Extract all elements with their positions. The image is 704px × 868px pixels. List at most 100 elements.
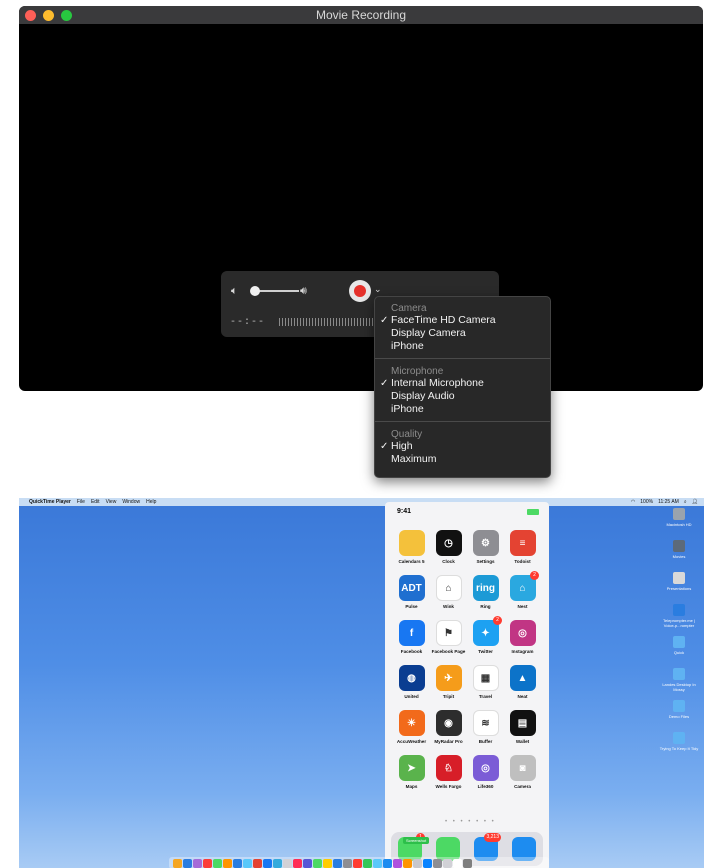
dock-app-icon[interactable] — [443, 858, 452, 868]
dock-app-icon[interactable] — [223, 858, 232, 868]
dock-app-icon[interactable] — [433, 858, 442, 868]
menu-item-camera-iphone[interactable]: iPhone — [375, 340, 550, 353]
app-icon: ≡ — [509, 530, 536, 556]
volume-slider-knob[interactable] — [250, 286, 260, 296]
desktop-icon[interactable]: Quick — [658, 636, 700, 666]
dock-app-icon[interactable] — [393, 858, 402, 868]
menu-help[interactable]: Help — [146, 499, 156, 505]
search-icon[interactable]: ⌕ — [684, 499, 687, 505]
desktop-icon-label: Demo Files — [668, 714, 690, 719]
desktop-icon[interactable]: Demo Files — [658, 700, 700, 730]
dock-app-icon[interactable] — [293, 858, 302, 868]
close-button[interactable] — [25, 10, 36, 21]
user-icon[interactable]: 👤︎ — [692, 499, 698, 505]
app-wells-fargo[interactable]: ♘ Wells Fargo — [430, 755, 467, 789]
desktop-icon[interactable]: Trying To Keep It Tidy — [658, 732, 700, 762]
menu-item-display-camera[interactable]: Display Camera — [375, 327, 550, 340]
menu-item-facetime-camera[interactable]: ✓ FaceTime HD Camera — [375, 314, 550, 327]
menu-item-mic-iphone[interactable]: iPhone — [375, 403, 550, 416]
desktop-icon[interactable]: Teleprompter.me | Voice-p...rompter — [658, 604, 700, 634]
app-icon: ▲ — [509, 665, 536, 691]
desktop-icon-label: Presentations — [666, 586, 692, 591]
app-accuweather[interactable]: ☀ AccuWeather — [393, 710, 430, 744]
app-nest[interactable]: ⌂ Nest 2 — [504, 571, 541, 609]
app-travel[interactable]: ▦ Travel — [467, 665, 504, 699]
menu-clock[interactable]: 11:25 AM — [658, 499, 679, 505]
dock-app-icon[interactable] — [343, 858, 352, 868]
record-dot-icon — [354, 285, 366, 297]
app-icon: ☀ — [398, 710, 425, 736]
dock-app-icon[interactable] — [323, 858, 332, 868]
app-wallet[interactable]: ▤ Wallet — [504, 710, 541, 744]
app-settings[interactable]: ⚙ Settings — [467, 530, 504, 564]
dock-app-icon[interactable] — [283, 858, 292, 868]
phone-time: 9:41 — [397, 508, 412, 515]
app-neat[interactable]: ▲ Neat — [504, 665, 541, 699]
app-calendars-5[interactable]: Calendars 5 — [393, 530, 430, 564]
dock-app-icon[interactable] — [263, 858, 272, 868]
dock-app-icon[interactable] — [303, 858, 312, 868]
app-myradar-pro[interactable]: ◉ MyRadar Pro — [430, 710, 467, 744]
app-ring[interactable]: ring Ring — [467, 575, 504, 609]
app-buffer[interactable]: ≋ Buffer — [467, 710, 504, 744]
dock-app-icon[interactable] — [243, 858, 252, 868]
app-icon: ◙ — [509, 755, 536, 781]
zoom-button[interactable] — [61, 10, 72, 21]
dock-app-icon[interactable] — [373, 858, 382, 868]
app-maps[interactable]: ➤ Maps — [393, 755, 430, 789]
desktop-icon[interactable]: Movies — [658, 540, 700, 570]
dock-app-icon[interactable] — [173, 858, 182, 868]
app-camera[interactable]: ◙ Camera — [504, 755, 541, 789]
folder-icon — [673, 540, 685, 552]
app-instagram[interactable]: ◎ Instagram — [504, 620, 541, 654]
app-pulse[interactable]: ADT Pulse — [393, 575, 430, 609]
app-icon — [398, 530, 425, 556]
app-clock[interactable]: ◷ Clock — [430, 530, 467, 564]
dock-app-icon[interactable] — [313, 858, 322, 868]
menu-view[interactable]: View — [106, 499, 117, 505]
dock-app-icon[interactable] — [333, 858, 342, 868]
dock-app-icon[interactable] — [203, 858, 212, 868]
record-button[interactable] — [349, 280, 371, 302]
wifi-icon[interactable]: ◠ — [631, 499, 635, 505]
dock-app-icon[interactable] — [233, 858, 242, 868]
app-life360[interactable]: ◎ Life360 — [467, 755, 504, 789]
dock-app-icon[interactable] — [353, 858, 362, 868]
dock-app-icon[interactable] — [413, 858, 422, 868]
app-twitter[interactable]: ✦ Twitter 2 — [467, 616, 504, 654]
app-todoist[interactable]: ≡ Todoist — [504, 530, 541, 564]
app-facebook-page[interactable]: ⚑ Facebook Page — [430, 620, 467, 654]
options-chevron-down-icon[interactable]: ⌄ — [374, 284, 382, 295]
app-wink[interactable]: ⌂ Wink — [430, 575, 467, 609]
app-united[interactable]: ◍ United — [393, 665, 430, 699]
app-facebook[interactable]: f Facebook — [393, 620, 430, 654]
battery-percent[interactable]: 100% — [640, 499, 653, 505]
app-label: Travel — [478, 694, 493, 699]
desktop-icon[interactable]: Presentations — [658, 572, 700, 602]
menu-item-quality-maximum[interactable]: Maximum — [375, 453, 550, 466]
menu-window[interactable]: Window — [122, 499, 140, 505]
menu-item-quality-high[interactable]: ✓ High — [375, 440, 550, 453]
menu-item-display-audio[interactable]: Display Audio — [375, 390, 550, 403]
app-icon: f — [398, 620, 425, 646]
dock-app-icon[interactable] — [183, 858, 192, 868]
dock-app-icon[interactable] — [363, 858, 372, 868]
dock-app-icon[interactable] — [423, 858, 432, 868]
menu-item-internal-microphone[interactable]: ✓ Internal Microphone — [375, 377, 550, 390]
dock-app-icon[interactable] — [273, 858, 282, 868]
dock-app-icon[interactable] — [253, 858, 262, 868]
desktop-icon[interactable]: Landes Desktop In Mossy — [658, 668, 700, 698]
menu-file[interactable]: File — [77, 499, 85, 505]
dock-app-icon[interactable] — [403, 858, 412, 868]
desktop-icon[interactable]: Macintosh HD — [658, 508, 700, 538]
dock-app-icon[interactable] — [453, 858, 462, 868]
minimize-button[interactable] — [43, 10, 54, 21]
checkmark-icon: ✓ — [380, 315, 389, 326]
menu-app-name[interactable]: QuickTime Player — [29, 499, 71, 505]
menu-edit[interactable]: Edit — [91, 499, 100, 505]
dock-app-icon[interactable] — [213, 858, 222, 868]
dock-app-icon[interactable] — [193, 858, 202, 868]
dock-app-icon[interactable] — [383, 858, 392, 868]
app-tripit[interactable]: ✈ Tripit — [430, 665, 467, 699]
dock-app-icon[interactable] — [463, 858, 472, 868]
